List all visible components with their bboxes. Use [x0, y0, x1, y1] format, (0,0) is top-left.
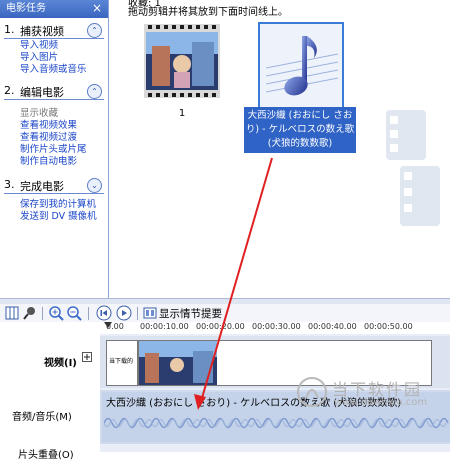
annotation-arrow	[194, 157, 273, 410]
